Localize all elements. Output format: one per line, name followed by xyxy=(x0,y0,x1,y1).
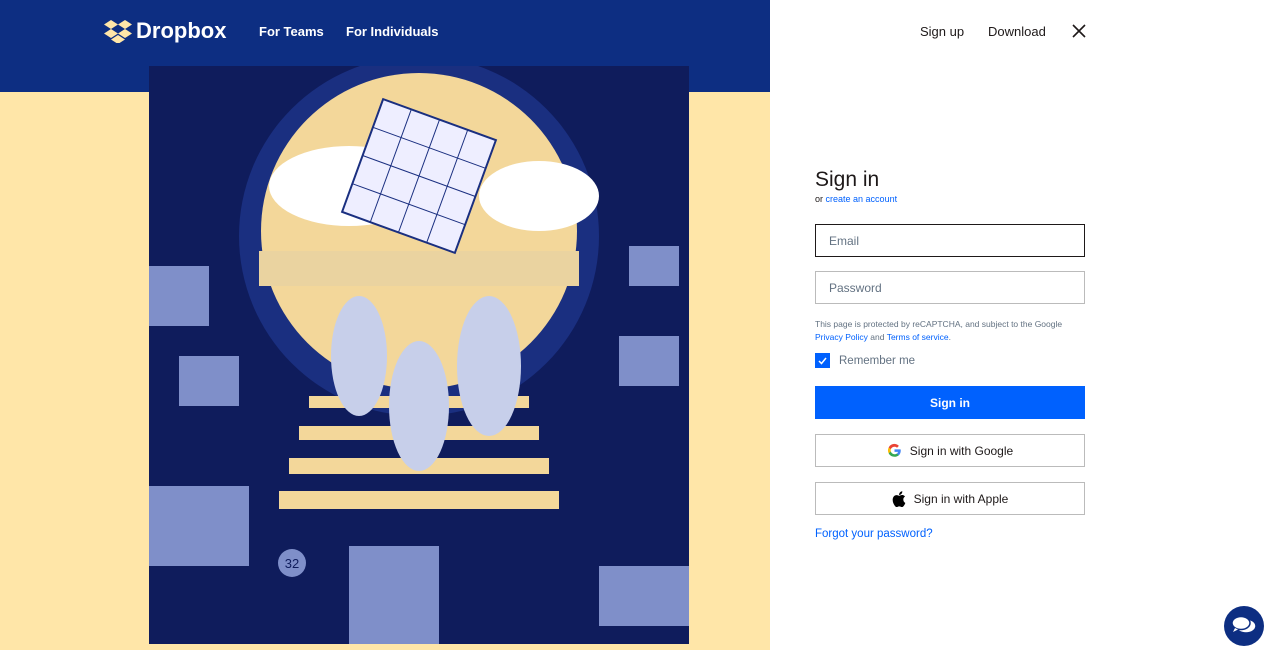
privacy-policy-link[interactable]: Privacy Policy xyxy=(815,332,868,342)
check-icon xyxy=(818,357,827,365)
google-icon xyxy=(887,443,901,457)
create-account-link[interactable]: create an account xyxy=(826,194,898,204)
sign-up-link[interactable]: Sign up xyxy=(920,24,964,39)
apple-label: Sign in with Apple xyxy=(913,491,1009,506)
legal-and: and xyxy=(870,332,885,342)
sub-prefix: or xyxy=(815,194,824,204)
sign-in-button[interactable]: Sign in xyxy=(815,386,1085,419)
page-title: Sign in xyxy=(815,168,880,191)
counter-badge: 32 xyxy=(285,556,299,571)
legal-text: This page is protected by reCAPTCHA, and… xyxy=(815,319,1063,329)
forgot-password-link[interactable]: Forgot your password? xyxy=(815,528,1085,540)
apple-sign-in-button[interactable]: Sign in with Apple xyxy=(815,482,1085,515)
apple-icon xyxy=(892,490,905,507)
google-sign-in-button[interactable]: Sign in with Google xyxy=(815,434,1085,467)
dropbox-icon xyxy=(104,20,132,43)
chat-button[interactable] xyxy=(1224,606,1264,646)
email-placeholder: Email xyxy=(829,233,860,248)
download-link[interactable]: Download xyxy=(988,24,1046,39)
hero-panel: Dropbox For Teams For Individuals 32 xyxy=(0,0,770,650)
legal-period: . xyxy=(948,332,951,342)
password-field[interactable]: Password xyxy=(815,271,1085,304)
google-label: Sign in with Google xyxy=(909,443,1014,458)
nav-for-teams[interactable]: For Teams xyxy=(259,24,324,39)
password-placeholder: Password xyxy=(829,280,882,295)
remember-label: Remember me xyxy=(839,354,916,367)
dropbox-logo[interactable]: Dropbox xyxy=(104,18,226,44)
chat-bubbles-icon xyxy=(1231,615,1257,634)
nav-for-individuals[interactable]: For Individuals xyxy=(346,24,438,39)
recaptcha-notice: This page is protected by reCAPTCHA, and… xyxy=(815,318,1085,344)
terms-link[interactable]: Terms of service xyxy=(887,332,949,342)
remember-checkbox[interactable] xyxy=(815,353,830,368)
brand-name: Dropbox xyxy=(136,18,227,43)
close-icon[interactable] xyxy=(1072,24,1086,38)
remember-me[interactable]: Remember me xyxy=(815,353,1085,368)
sign-in-form: Sign in or create an account Email Passw… xyxy=(815,168,1085,540)
hero-illustration: 32 xyxy=(149,66,689,644)
email-field[interactable]: Email xyxy=(815,224,1085,257)
